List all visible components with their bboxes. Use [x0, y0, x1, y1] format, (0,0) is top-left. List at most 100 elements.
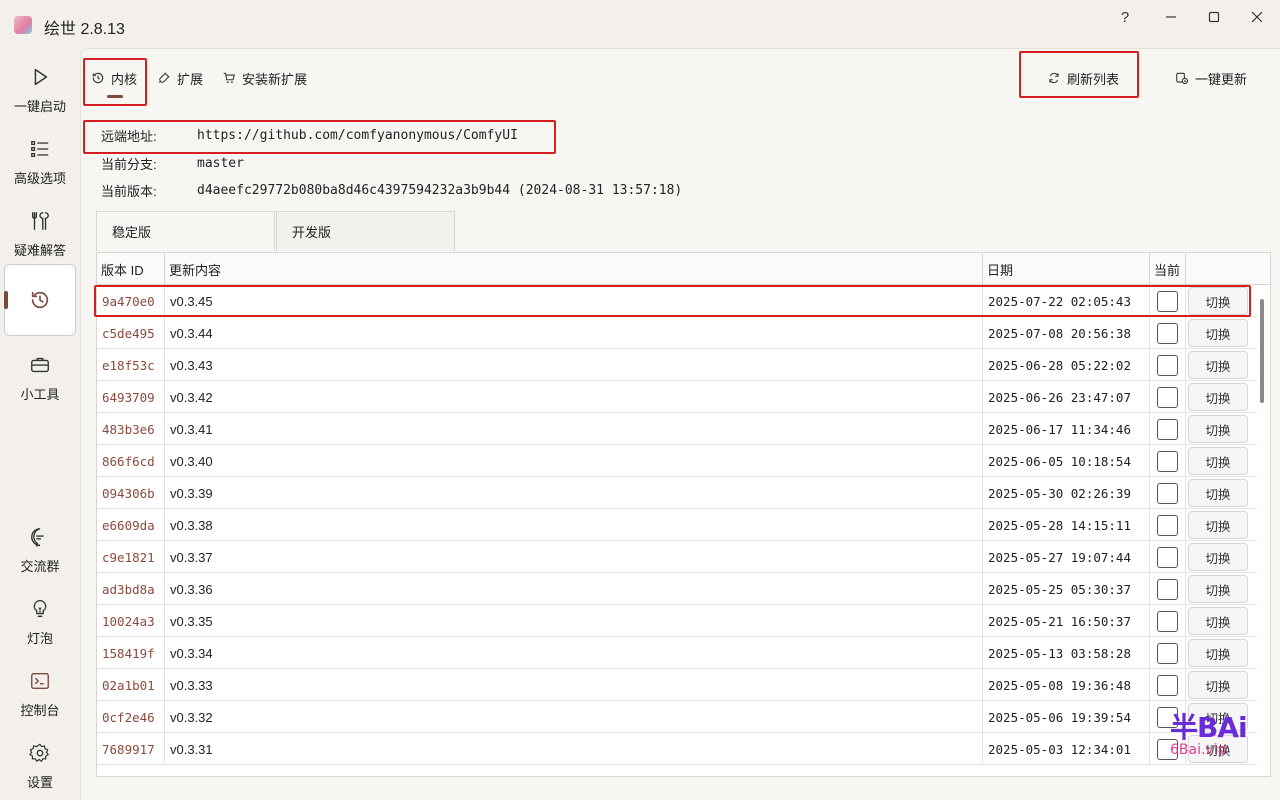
switch-button[interactable]: 切换 — [1188, 511, 1248, 539]
sidebar-item-launch[interactable]: 一键启动 — [4, 58, 76, 122]
current-checkbox[interactable] — [1157, 514, 1178, 536]
table-row[interactable]: 0cf2e46 v0.3.32 2025-05-06 19:39:54 切换 — [97, 701, 1257, 733]
version-content: v0.3.36 — [165, 573, 983, 605]
switch-button[interactable]: 切换 — [1188, 575, 1248, 603]
refresh-icon — [1049, 72, 1059, 84]
table-row[interactable]: ad3bd8a v0.3.36 2025-05-25 05:30:37 切换 — [97, 573, 1257, 605]
cart-icon — [223, 72, 235, 83]
tab-install-extension[interactable]: 安装新扩展 — [222, 61, 307, 95]
table-body: 9a470e0 v0.3.45 2025-07-22 02:05:43 切换 c5de4… — [97, 285, 1257, 765]
table-row[interactable]: 02a1b01 v0.3.33 2025-05-08 19:36:48 切换 — [97, 669, 1257, 701]
current-checkbox[interactable] — [1157, 642, 1178, 664]
table-row[interactable]: 483b3e6 v0.3.41 2025-06-17 11:34:46 切换 — [97, 413, 1257, 445]
current-checkbox[interactable] — [1157, 450, 1178, 472]
help-button[interactable]: ? — [1102, 6, 1148, 28]
table-row[interactable]: 9a470e0 v0.3.45 2025-07-22 02:05:43 切换 — [97, 285, 1257, 317]
column-header-id[interactable]: 版本 ID — [97, 253, 165, 285]
tab-extensions[interactable]: 扩展 — [157, 61, 203, 95]
sidebar-item-advanced[interactable]: 高级选项 — [4, 130, 76, 194]
sidebar-item-tools[interactable]: 小工具 — [4, 346, 76, 410]
version-content: v0.3.43 — [165, 349, 983, 381]
version-value: d4aeefc29772b080ba8d46c4397594232a3b9b44… — [197, 182, 683, 198]
sidebar-item-settings[interactable]: 设置 — [4, 734, 76, 798]
table-row[interactable]: 10024a3 v0.3.35 2025-05-21 16:50:37 切换 — [97, 605, 1257, 637]
switch-button[interactable]: 切换 — [1188, 415, 1248, 443]
version-id: 0cf2e46 — [97, 701, 165, 733]
table-row[interactable]: c5de495 v0.3.44 2025-07-08 20:56:38 切换 — [97, 317, 1257, 349]
switch-button[interactable]: 切换 — [1188, 607, 1248, 635]
current-checkbox[interactable] — [1157, 418, 1178, 440]
current-checkbox[interactable] — [1157, 674, 1178, 696]
current-cell — [1150, 413, 1186, 445]
column-header-date[interactable]: 日期 — [983, 253, 1150, 285]
table-row[interactable]: e6609da v0.3.38 2025-05-28 14:15:11 切换 — [97, 509, 1257, 541]
sidebar-item-version-manager[interactable] — [4, 264, 76, 336]
action-cell: 切换 — [1186, 413, 1250, 445]
version-date: 2025-05-03 12:34:01 — [983, 733, 1150, 765]
table-row[interactable]: c9e1821 v0.3.37 2025-05-27 19:07:44 切换 — [97, 541, 1257, 573]
switch-button[interactable]: 切换 — [1188, 671, 1248, 699]
table-row[interactable]: 158419f v0.3.34 2025-05-13 03:58:28 切换 — [97, 637, 1257, 669]
close-button[interactable] — [1234, 6, 1280, 28]
column-header-action — [1186, 253, 1270, 285]
version-id: 866f6cd — [97, 445, 165, 477]
tab-stable[interactable]: 稳定版 — [96, 211, 275, 251]
current-checkbox[interactable] — [1157, 386, 1178, 408]
chat-icon — [31, 527, 44, 547]
version-date: 2025-05-28 14:15:11 — [983, 509, 1150, 541]
version-id: 9a470e0 — [97, 285, 165, 317]
scrollbar-thumb[interactable] — [1260, 299, 1264, 403]
switch-button[interactable]: 切换 — [1188, 479, 1248, 507]
current-checkbox[interactable] — [1157, 546, 1178, 568]
action-cell: 切换 — [1186, 477, 1250, 509]
column-header-content[interactable]: 更新内容 — [165, 253, 983, 285]
minimize-button[interactable] — [1148, 6, 1194, 28]
watermark-logo: 半BAi 6Bai.vip — [1170, 706, 1250, 768]
version-content: v0.3.39 — [165, 477, 983, 509]
current-checkbox[interactable] — [1157, 354, 1178, 376]
refresh-list-button[interactable]: 刷新列表 — [1047, 61, 1119, 95]
sidebar-item-bulb[interactable]: 灯泡 — [4, 590, 76, 654]
switch-button[interactable]: 切换 — [1188, 383, 1248, 411]
version-id: c5de495 — [97, 317, 165, 349]
current-checkbox[interactable] — [1157, 610, 1178, 632]
sidebar-item-community[interactable]: 交流群 — [4, 518, 76, 582]
switch-button[interactable]: 切换 — [1188, 351, 1248, 379]
version-id: 483b3e6 — [97, 413, 165, 445]
action-cell: 切换 — [1186, 637, 1250, 669]
table-row[interactable]: 6493709 v0.3.42 2025-06-26 23:47:07 切换 — [97, 381, 1257, 413]
current-cell — [1150, 349, 1186, 381]
table-row[interactable]: 866f6cd v0.3.40 2025-06-05 10:18:54 切换 — [97, 445, 1257, 477]
branch-label: 当前分支: — [101, 156, 157, 172]
version-date: 2025-05-21 16:50:37 — [983, 605, 1150, 637]
version-label: 当前版本: — [101, 183, 157, 199]
refresh-list-label: 刷新列表 — [1067, 71, 1120, 87]
current-cell — [1150, 541, 1186, 573]
update-all-button[interactable]: 一键更新 — [1175, 61, 1247, 95]
current-checkbox[interactable] — [1157, 290, 1178, 312]
current-cell — [1150, 381, 1186, 413]
current-checkbox[interactable] — [1157, 322, 1178, 344]
watermark-text: 半BAi — [1170, 711, 1248, 744]
wrench-icon — [31, 211, 49, 230]
switch-button[interactable]: 切换 — [1188, 447, 1248, 475]
current-checkbox[interactable] — [1157, 482, 1178, 504]
action-cell: 切换 — [1186, 605, 1250, 637]
version-date: 2025-05-30 02:26:39 — [983, 477, 1150, 509]
switch-button[interactable]: 切换 — [1188, 543, 1248, 571]
version-id: 7689917 — [97, 733, 165, 765]
table-row[interactable]: 7689917 v0.3.31 2025-05-03 12:34:01 切换 — [97, 733, 1257, 765]
tab-dev[interactable]: 开发版 — [276, 211, 455, 251]
sidebar-item-console[interactable]: 控制台 — [4, 662, 76, 726]
switch-button[interactable]: 切换 — [1188, 319, 1248, 347]
maximize-button[interactable] — [1191, 6, 1237, 28]
table-row[interactable]: e18f53c v0.3.43 2025-06-28 05:22:02 切换 — [97, 349, 1257, 381]
table-row[interactable]: 094306b v0.3.39 2025-05-30 02:26:39 切换 — [97, 477, 1257, 509]
branch-row: 当前分支: master — [101, 153, 244, 173]
column-header-current[interactable]: 当前 — [1150, 253, 1186, 285]
tab-kernel[interactable]: 内核 — [91, 61, 137, 95]
switch-button[interactable]: 切换 — [1188, 287, 1248, 315]
sidebar-item-troubleshoot[interactable]: 疑难解答 — [4, 202, 76, 266]
switch-button[interactable]: 切换 — [1188, 639, 1248, 667]
current-checkbox[interactable] — [1157, 578, 1178, 600]
